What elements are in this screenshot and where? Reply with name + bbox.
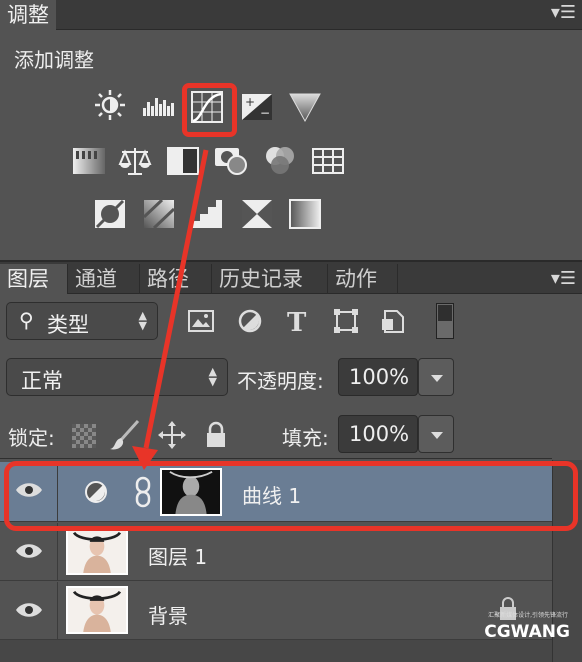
watermark-logo: 汇聚新媒体设计,引领先锋流行 CGWANG <box>484 612 570 642</box>
photoshop-panels: 调整 ▾☰ 添加调整 + − 图层 通道 路径 历史记录 动作 ▾☰ ⚲ 类型 … <box>0 0 582 662</box>
watermark-subtext: 汇聚新媒体设计,引领先锋流行 <box>488 612 568 619</box>
watermark-text: CGWANG <box>484 622 570 642</box>
annotation-arrow <box>132 149 209 470</box>
